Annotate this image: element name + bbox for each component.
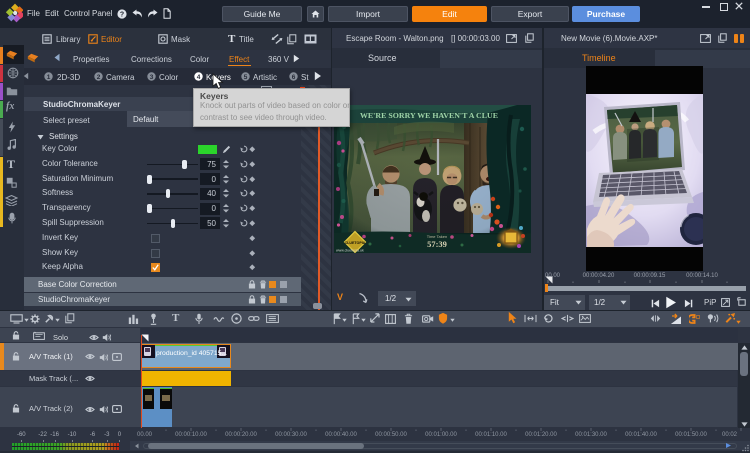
svg-text:57:39: 57:39 [427,239,447,249]
svg-text:6: 6 [292,74,296,81]
svg-text:2: 2 [97,74,101,81]
svg-text:4: 4 [197,74,201,81]
svg-text:3: 3 [150,74,154,81]
svg-text:1: 1 [47,74,51,81]
svg-text:WE'RE SORRY WE HAVEN'T A CLUE: WE'RE SORRY WE HAVEN'T A CLUE [360,111,498,120]
svg-text:5: 5 [244,74,248,81]
svg-text:CLUETOPIA: CLUETOPIA [345,241,366,245]
svg-text:?: ? [120,12,124,19]
svg-text:www.cluetopia.uk: www.cluetopia.uk [336,249,364,253]
